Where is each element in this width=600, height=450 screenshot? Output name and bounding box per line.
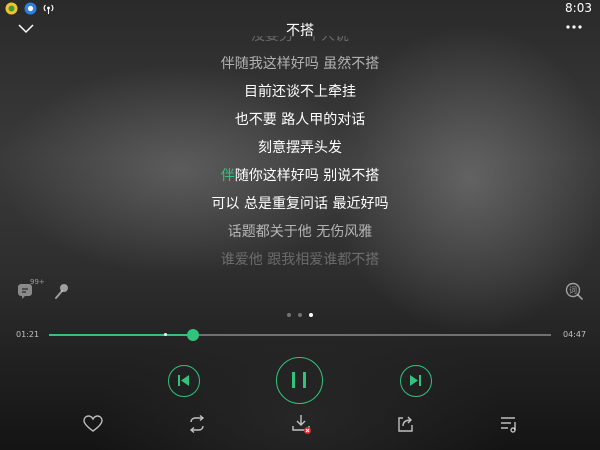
progress-bar[interactable] (49, 329, 551, 341)
playlist-icon[interactable] (498, 413, 520, 435)
lyric-line: 也不要 路人甲的对话 (234, 112, 366, 128)
lyric-line: 刻意摆弄头发 (258, 140, 342, 156)
clock: 8:03 (565, 1, 592, 15)
lyric-line: 伴随我这样好吗 虽然不搭 (220, 56, 380, 72)
previous-button[interactable] (168, 365, 200, 397)
next-icon (410, 375, 421, 386)
browser-notification-icon (24, 2, 37, 15)
microphone-icon[interactable] (52, 281, 72, 301)
status-bar: 8:03 (0, 0, 600, 18)
progress-thumb[interactable] (187, 329, 200, 341)
lyric-rest: 随你这样好吗 别说不搭 (234, 168, 380, 184)
app-notification-icon (5, 2, 18, 15)
repeat-icon[interactable] (186, 413, 208, 435)
page-indicator[interactable] (284, 313, 318, 319)
page-dot[interactable] (298, 313, 302, 317)
heart-icon[interactable] (82, 413, 104, 435)
share-icon[interactable] (394, 413, 416, 435)
lyric-line: 话题都关于他 无伤风雅 (227, 224, 373, 240)
elapsed-time: 01:21 (16, 330, 40, 339)
page-dot[interactable] (287, 313, 291, 317)
lyric-line: 谁爱他 跟我相爱谁都不搭 (220, 252, 380, 268)
comment-count-badge: 99+ (30, 278, 45, 286)
progress-fill (49, 334, 194, 336)
lyric-highlight: 伴 (220, 168, 235, 184)
lyric-line: 没要另一个人说 (251, 36, 349, 44)
hotspot-icon (43, 4, 54, 14)
lyrics-panel[interactable]: 没要另一个人说 伴随我这样好吗 虽然不搭 目前还谈不上牵挂 也不要 路人甲的对话… (100, 36, 500, 276)
pause-icon (292, 372, 306, 388)
svg-text:词: 词 (569, 286, 577, 295)
current-lyric-line: 伴随你这样好吗 别说不搭 (100, 162, 500, 190)
lyric-line: 目前还谈不上牵挂 (244, 84, 356, 100)
more-dots-icon[interactable] (562, 18, 586, 40)
lyrics-search-icon[interactable]: 词 (564, 281, 584, 301)
pause-button[interactable] (276, 357, 323, 404)
player-screen: 8:03 不搭 没要另一个人说 伴随我这样好吗 虽然不搭 目前还谈不上牵挂 也不… (0, 0, 600, 450)
next-button[interactable] (400, 365, 432, 397)
page-dot-active[interactable] (309, 313, 313, 317)
lyric-line: 可以 总是重复问话 最近好吗 (211, 196, 389, 212)
chevron-down-icon[interactable] (14, 18, 38, 40)
previous-icon (178, 375, 189, 386)
total-time: 04:47 (563, 330, 587, 339)
download-icon[interactable] (290, 413, 312, 435)
